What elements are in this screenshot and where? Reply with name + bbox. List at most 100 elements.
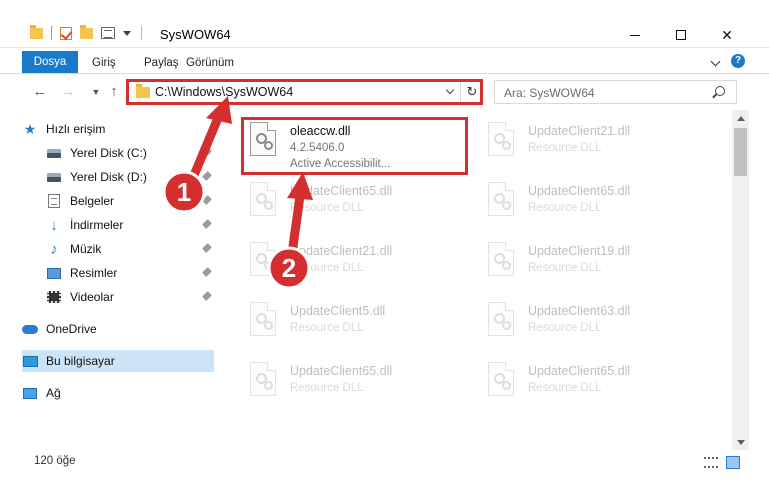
- help-icon[interactable]: ?: [731, 54, 745, 68]
- dll-file-icon: [484, 122, 518, 162]
- file-item[interactable]: UpdateClient65.dll Resource DLL: [246, 180, 476, 230]
- toolbar-divider: [51, 26, 52, 40]
- dll-file-icon: [484, 302, 518, 342]
- sidebar-item-onedrive[interactable]: OneDrive: [22, 318, 214, 340]
- tab-file[interactable]: Dosya: [22, 51, 78, 73]
- dll-file-icon: [484, 182, 518, 222]
- file-name: UpdateClient19.dll: [528, 244, 631, 258]
- file-description: Resource DLL: [528, 202, 602, 214]
- file-description: Resource DLL: [528, 262, 602, 274]
- file-name: UpdateClient65.dll: [290, 364, 393, 378]
- minimize-icon: [630, 34, 640, 36]
- file-item[interactable]: UpdateClient21.dll Resource DLL: [246, 240, 476, 290]
- sidebar-item-videos[interactable]: Videolar: [46, 286, 214, 308]
- disk-icon: [46, 169, 62, 185]
- pin-icon[interactable]: [202, 147, 212, 157]
- file-item[interactable]: UpdateClient65.dll Resource DLL: [246, 360, 476, 410]
- new-folder-icon[interactable]: [80, 24, 93, 39]
- pin-icon[interactable]: [202, 267, 212, 277]
- file-description: Resource DLL: [290, 322, 364, 334]
- sidebar-item-local-disk-d[interactable]: Yerel Disk (D:): [46, 166, 214, 188]
- sidebar-item-label: Müzik: [70, 242, 102, 256]
- pin-icon[interactable]: [202, 243, 212, 253]
- scrollbar-thumb[interactable]: [734, 128, 747, 176]
- dll-file-icon: [484, 242, 518, 282]
- pin-icon[interactable]: [202, 291, 212, 301]
- file-name: UpdateClient5.dll: [290, 304, 386, 318]
- file-name: UpdateClient63.dll: [528, 304, 631, 318]
- address-highlight-box: [126, 79, 483, 105]
- sidebar-item-label: Belgeler: [70, 194, 115, 208]
- file-description: Resource DLL: [528, 382, 602, 394]
- sidebar-item-this-pc[interactable]: Bu bilgisayar: [22, 350, 214, 372]
- up-arrow-icon[interactable]: ↑: [106, 84, 122, 100]
- properties-check-icon[interactable]: [60, 26, 72, 40]
- file-item[interactable]: UpdateClient65.dll Resource DLL: [484, 360, 714, 410]
- dll-file-icon: [246, 182, 280, 222]
- item-count: 120 öğe: [34, 455, 76, 467]
- sidebar-item-music[interactable]: ♪ Müzik: [46, 238, 214, 260]
- scroll-down-arrow-icon[interactable]: [737, 440, 745, 445]
- sidebar-item-local-disk-c[interactable]: Yerel Disk (C:): [46, 142, 214, 164]
- network-icon: [22, 385, 38, 401]
- file-highlight-box: [241, 117, 468, 175]
- pin-icon[interactable]: [202, 219, 212, 229]
- forward-arrow-icon[interactable]: →: [60, 84, 76, 100]
- sidebar-item-network[interactable]: Ağ: [22, 382, 214, 404]
- sidebar-item-label: Hızlı erişim: [46, 122, 106, 136]
- close-button[interactable]: ✕: [704, 24, 750, 46]
- file-name: UpdateClient21.dll: [528, 124, 631, 138]
- recent-locations-chevron-icon[interactable]: ▼: [88, 84, 104, 100]
- search-box[interactable]: Ara: SysWOW64: [494, 80, 737, 104]
- sidebar-item-quick-access[interactable]: ★ Hızlı erişim: [22, 118, 214, 140]
- customize-toolbar-dropdown-icon[interactable]: [123, 30, 131, 36]
- search-placeholder[interactable]: Ara: SysWOW64: [504, 86, 595, 100]
- file-item[interactable]: UpdateClient63.dll Resource DLL: [484, 300, 714, 350]
- search-icon[interactable]: [715, 86, 725, 96]
- properties-icon[interactable]: [101, 27, 115, 39]
- this-pc-icon: [22, 353, 38, 369]
- vertical-scrollbar[interactable]: [732, 110, 749, 450]
- toolbar-divider: [141, 26, 142, 40]
- sidebar-item-label: Ağ: [46, 386, 61, 400]
- file-description: Resource DLL: [290, 382, 364, 394]
- dll-file-icon: [246, 302, 280, 342]
- folder-icon[interactable]: [30, 24, 43, 39]
- sidebar-item-label: Yerel Disk (D:): [70, 170, 147, 184]
- dll-file-icon: [246, 242, 280, 282]
- sidebar-item-documents[interactable]: Belgeler: [46, 190, 214, 212]
- file-item[interactable]: UpdateClient5.dll Resource DLL: [246, 300, 476, 350]
- large-icons-view-icon[interactable]: [726, 456, 740, 469]
- download-icon: ↓: [50, 216, 58, 234]
- sidebar-item-pictures[interactable]: Resimler: [46, 262, 214, 284]
- file-name: UpdateClient65.dll: [528, 184, 631, 198]
- file-description: Resource DLL: [290, 262, 364, 274]
- window-title: SysWOW64: [160, 27, 231, 42]
- back-arrow-icon[interactable]: ←: [32, 84, 48, 100]
- tab-view[interactable]: Görünüm: [178, 52, 242, 74]
- sidebar-item-label: Videolar: [70, 290, 114, 304]
- ribbon-tabs: Dosya Giriş Paylaş Görünüm ?: [0, 48, 769, 74]
- quick-access-toolbar: [30, 24, 142, 40]
- details-view-icon[interactable]: [704, 457, 718, 468]
- tab-home[interactable]: Giriş: [84, 52, 124, 74]
- dll-file-icon: [484, 362, 518, 402]
- minimize-button[interactable]: [612, 24, 658, 46]
- expand-ribbon-chevron-icon[interactable]: [710, 56, 721, 67]
- sidebar-item-label: Yerel Disk (C:): [70, 146, 147, 160]
- pin-icon[interactable]: [202, 171, 212, 181]
- documents-icon: [46, 193, 62, 209]
- sidebar-item-downloads[interactable]: ↓ İndirmeler: [46, 214, 214, 236]
- onedrive-icon: [22, 321, 38, 337]
- file-item[interactable]: UpdateClient65.dll Resource DLL: [484, 180, 714, 230]
- scroll-up-arrow-icon[interactable]: [737, 116, 745, 121]
- sidebar-item-label: İndirmeler: [70, 218, 124, 232]
- file-item[interactable]: UpdateClient21.dll Resource DLL: [484, 120, 714, 170]
- file-item[interactable]: UpdateClient19.dll Resource DLL: [484, 240, 714, 290]
- navigation-pane: ★ Hızlı erişim Yerel Disk (C:) Yerel Dis…: [0, 110, 222, 450]
- videos-icon: [46, 289, 62, 305]
- pin-icon[interactable]: [202, 195, 212, 205]
- maximize-button[interactable]: [658, 24, 704, 46]
- disk-icon: [46, 145, 62, 161]
- sidebar-item-label: Bu bilgisayar: [46, 354, 115, 368]
